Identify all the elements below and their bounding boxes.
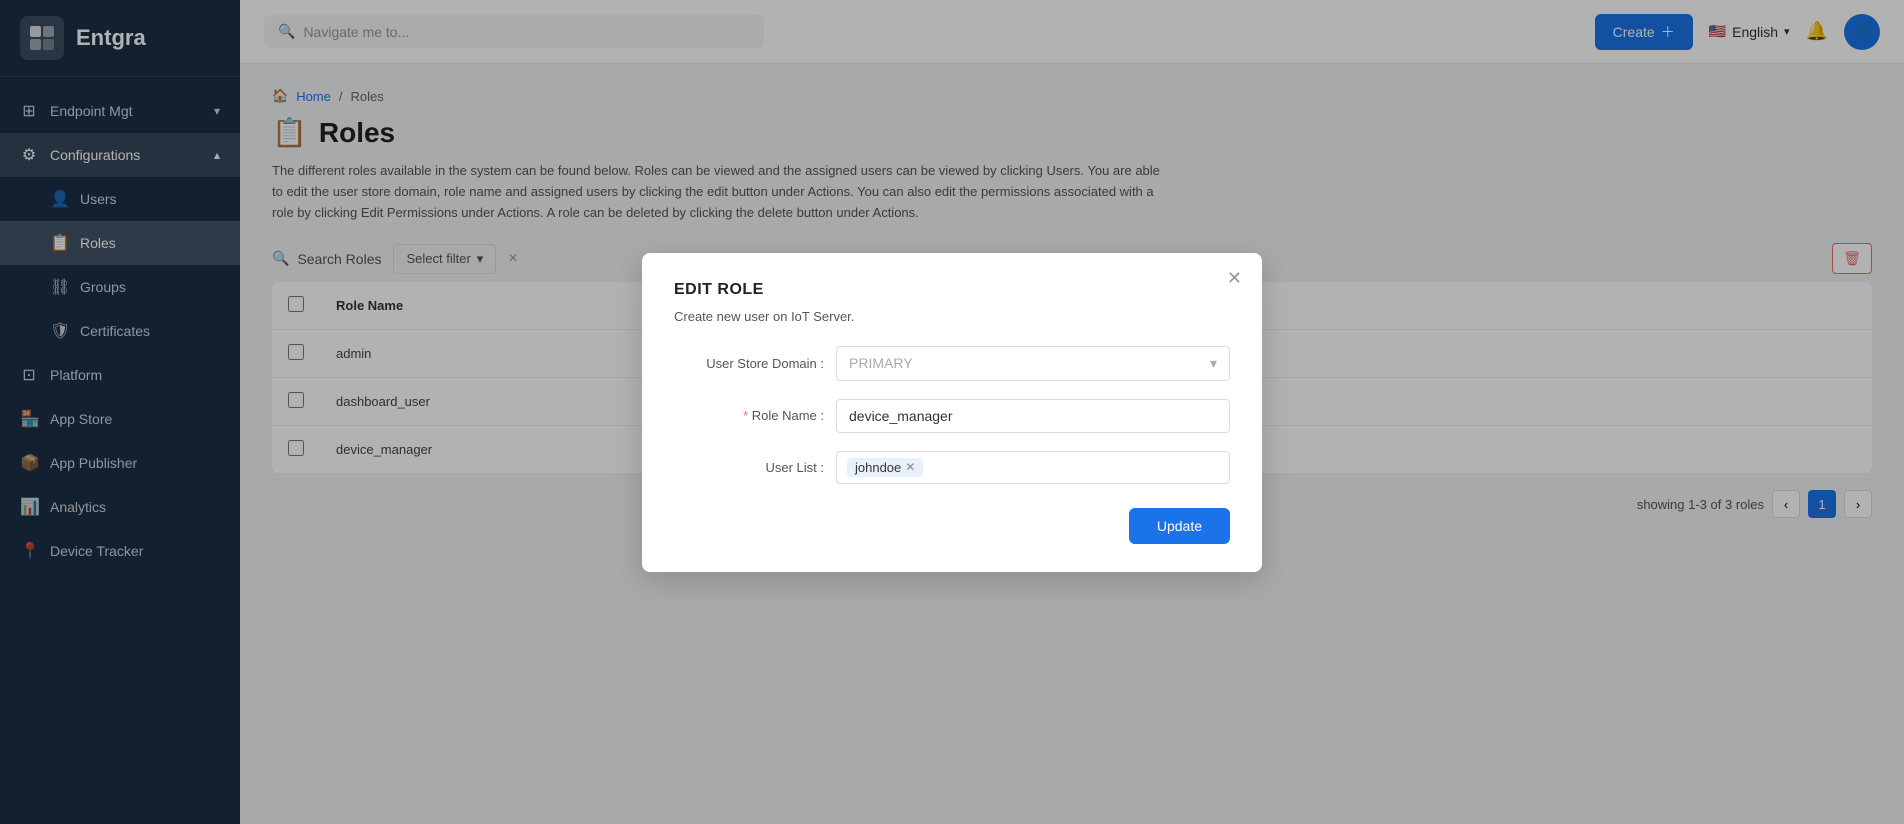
update-button[interactable]: Update xyxy=(1129,508,1230,544)
user-list-label: User List : xyxy=(674,460,824,475)
edit-role-modal: EDIT ROLE ✕ Create new user on IoT Serve… xyxy=(642,253,1262,572)
modal-footer: Update xyxy=(674,508,1230,544)
modal-subtitle: Create new user on IoT Server. xyxy=(674,309,1230,324)
user-tag: johndoe ✕ xyxy=(847,458,923,477)
user-tag-label: johndoe xyxy=(855,460,901,475)
user-store-domain-value: PRIMARY xyxy=(849,355,913,371)
role-name-label: * Role Name : xyxy=(674,408,824,423)
user-store-domain-select[interactable]: PRIMARY ▾ xyxy=(836,346,1230,381)
user-store-domain-label: User Store Domain : xyxy=(674,356,824,371)
modal-close-button[interactable]: ✕ xyxy=(1227,269,1242,287)
role-name-input[interactable] xyxy=(836,399,1230,433)
modal-overlay: EDIT ROLE ✕ Create new user on IoT Serve… xyxy=(0,0,1904,824)
user-list-row: User List : johndoe ✕ xyxy=(674,451,1230,484)
role-name-row: * Role Name : xyxy=(674,399,1230,433)
tag-remove-button[interactable]: ✕ xyxy=(905,460,915,474)
user-list-input[interactable]: johndoe ✕ xyxy=(836,451,1230,484)
modal-title: EDIT ROLE xyxy=(674,281,1230,299)
chevron-down-icon: ▾ xyxy=(1210,355,1217,372)
user-store-domain-row: User Store Domain : PRIMARY ▾ xyxy=(674,346,1230,381)
